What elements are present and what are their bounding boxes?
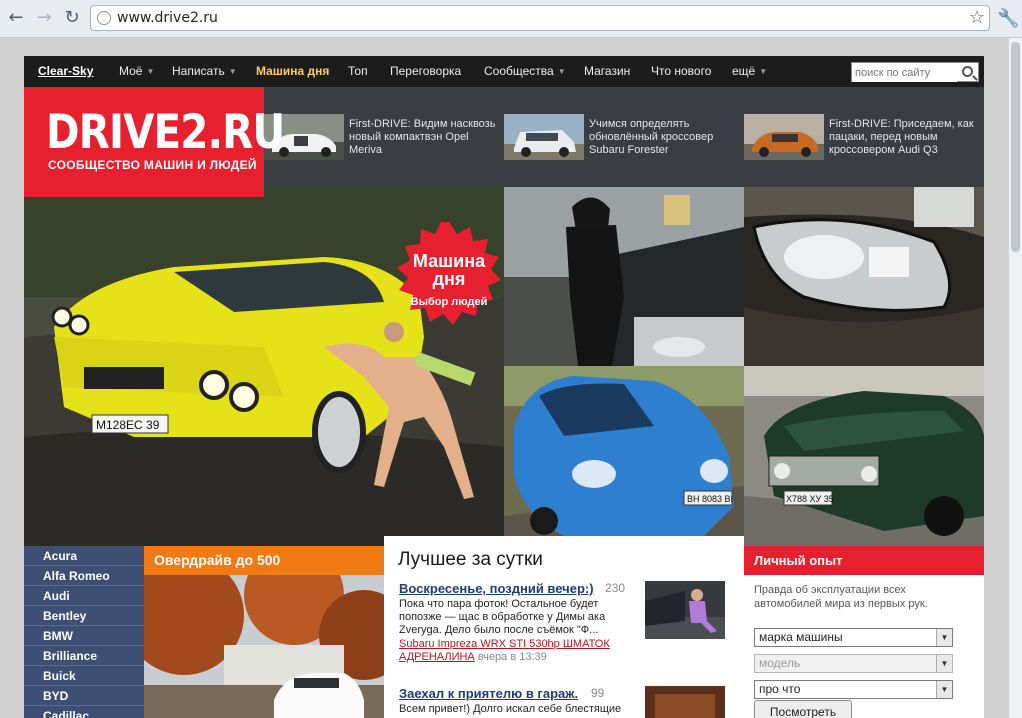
brand-link-brilliance[interactable]: Brilliance bbox=[24, 646, 144, 666]
badge-line: Машина bbox=[412, 251, 486, 271]
nav-label: ещё bbox=[732, 64, 756, 78]
caret-down-icon: ▼ bbox=[759, 67, 768, 76]
post-title-link[interactable]: Заехал к приятелю в гараж. bbox=[399, 686, 578, 701]
news-text: Учимся определять обновлённый кроссовер … bbox=[589, 118, 714, 156]
nav-item-write[interactable]: Написать ▼ bbox=[172, 56, 237, 87]
post-thumbnail[interactable] bbox=[645, 581, 725, 639]
site-container: Clear-Sky Моё ▼ Написать ▼ Машина дня Топ … bbox=[24, 56, 984, 718]
nav-item-chat[interactable]: Переговорка bbox=[390, 56, 461, 87]
select-value: про что bbox=[759, 682, 801, 696]
photo-green-lada[interactable]: Х788 ХУ 35 bbox=[744, 366, 984, 546]
wrench-icon[interactable]: 🔧 bbox=[997, 8, 1019, 29]
brand-link-byd[interactable]: BYD bbox=[24, 686, 144, 706]
nav-item-car-of-day[interactable]: Машина дня bbox=[256, 56, 329, 87]
brand-link-audi[interactable]: Audi bbox=[24, 586, 144, 606]
brand-link-bentley[interactable]: Bentley bbox=[24, 606, 144, 626]
browser-toolbar: ← → ↻ www.drive2.ru ☆ 🔧 bbox=[0, 0, 1022, 38]
license-plate: М128ЕС 39 bbox=[96, 418, 160, 432]
license-plate: Х788 ХУ 35 bbox=[786, 494, 834, 504]
nav-item-top[interactable]: Топ bbox=[348, 56, 368, 87]
brand-link-cadillac[interactable]: Cadillac bbox=[24, 706, 144, 718]
search-input[interactable] bbox=[852, 64, 957, 82]
globe-icon bbox=[97, 11, 111, 25]
select-value: модель bbox=[759, 656, 801, 670]
brand-list: Acura Alfa Romeo Audi Bentley BMW Brilli… bbox=[24, 546, 144, 718]
reload-icon[interactable]: ↻ bbox=[62, 8, 82, 28]
photo-girl-car[interactable] bbox=[504, 187, 744, 366]
experience-form: Правда об эксплуатации всех автомобилей … bbox=[744, 575, 984, 718]
overdrive-header[interactable]: Овердрайв до 500 bbox=[144, 546, 384, 575]
brand-link-bmw[interactable]: BMW bbox=[24, 626, 144, 646]
chevron-down-icon: ▼ bbox=[936, 681, 952, 698]
address-bar[interactable]: www.drive2.ru ☆ bbox=[90, 5, 990, 31]
best-of-day: Лучшее за сутки Воскресенье, поздний веч… bbox=[384, 536, 744, 718]
news-text: First-DRIVE: Приседаем, как пацаки, пере… bbox=[829, 118, 974, 156]
nav-item-mine[interactable]: Моё ▼ bbox=[119, 56, 154, 87]
url-text[interactable]: www.drive2.ru bbox=[117, 10, 218, 26]
back-arrow-icon[interactable]: ← bbox=[6, 8, 26, 28]
caret-down-icon: ▼ bbox=[228, 67, 237, 76]
brand-link-acura[interactable]: Acura bbox=[24, 546, 144, 566]
post-time: вчера в 13:39 bbox=[477, 651, 547, 663]
overdrive-photo[interactable] bbox=[144, 575, 384, 718]
model-select: модель ▼ bbox=[754, 654, 953, 673]
page-viewport: Clear-Sky Моё ▼ Написать ▼ Машина дня Топ … bbox=[0, 38, 1022, 718]
site-search bbox=[851, 62, 979, 82]
user-link[interactable]: Clear-Sky bbox=[38, 56, 93, 87]
chevron-down-icon: ▼ bbox=[936, 655, 952, 672]
nav-item-communities[interactable]: Сообщества ▼ bbox=[484, 56, 566, 87]
brand-link-buick[interactable]: Buick bbox=[24, 666, 144, 686]
news-thumbnail bbox=[744, 114, 824, 160]
nav-item-more[interactable]: ещё ▼ bbox=[732, 56, 767, 87]
news-thumbnail bbox=[504, 114, 584, 160]
logo-tagline: СООБЩЕСТВО МАШИН И ЛЮДЕЙ bbox=[48, 158, 257, 172]
photo-blue-car[interactable]: ВН 8083 ВІ bbox=[504, 366, 744, 546]
nav-label: Написать bbox=[172, 64, 225, 78]
experience-description: Правда об эксплуатации всех автомобилей … bbox=[754, 584, 928, 610]
topic-select[interactable]: про что ▼ bbox=[754, 680, 953, 699]
bookmark-star-icon[interactable]: ☆ bbox=[969, 7, 985, 28]
news-item[interactable]: Учимся определять обновлённый кроссовер … bbox=[504, 114, 734, 160]
photo-headlight[interactable] bbox=[744, 187, 984, 366]
search-icon[interactable] bbox=[962, 66, 973, 77]
brand-link-alfa-romeo[interactable]: Alfa Romeo bbox=[24, 566, 144, 586]
news-item[interactable]: First-DRIVE: Видим насквозь новый компак… bbox=[264, 114, 495, 160]
news-item[interactable]: First-DRIVE: Приседаем, как пацаки, пере… bbox=[744, 114, 979, 160]
make-select[interactable]: марка машины ▼ bbox=[754, 628, 953, 647]
forward-arrow-icon[interactable]: → bbox=[34, 8, 54, 28]
select-value: марка машины bbox=[759, 630, 843, 644]
site-logo[interactable]: DRIVE2.RU СООБЩЕСТВО МАШИН И ЛЮДЕЙ bbox=[24, 87, 285, 197]
post-thumbnail[interactable] bbox=[645, 686, 725, 718]
best-title: Лучшее за сутки bbox=[398, 549, 543, 570]
nav-label: Моё bbox=[119, 64, 143, 78]
view-button[interactable]: Посмотреть bbox=[754, 700, 852, 718]
top-nav: Clear-Sky Моё ▼ Написать ▼ Машина дня Топ … bbox=[24, 56, 984, 87]
badge-subtitle: Выбор людей bbox=[410, 296, 488, 308]
post-excerpt: Пока что пара фоток! Остальное будет поп… bbox=[399, 598, 606, 636]
chevron-down-icon: ▼ bbox=[936, 629, 952, 646]
overdrive-title: Овердрайв до 500 bbox=[154, 552, 281, 568]
caret-down-icon: ▼ bbox=[557, 67, 566, 76]
nav-item-shop[interactable]: Магазин bbox=[584, 56, 630, 87]
nav-item-whats-new[interactable]: Что нового bbox=[651, 56, 711, 87]
nav-label: Сообщества bbox=[484, 64, 554, 78]
post-car-info: Subaru Impreza WRX STI 530hp ШМАТОК АДРЕ… bbox=[399, 638, 624, 664]
car-of-day-badge[interactable]: Машина дня Выбор людей bbox=[397, 222, 501, 326]
license-plate: ВН 8083 ВІ bbox=[687, 494, 733, 504]
post-title-link[interactable]: Воскресенье, поздний вечер:) bbox=[399, 581, 594, 596]
badge-title: Машина дня bbox=[397, 252, 501, 288]
news-text: First-DRIVE: Видим насквозь новый компак… bbox=[349, 118, 496, 156]
post-comment-count: 99 bbox=[591, 686, 605, 700]
logo-title: DRIVE2.RU bbox=[46, 105, 285, 160]
experience-header[interactable]: Личный опыт bbox=[744, 546, 984, 575]
experience-title: Личный опыт bbox=[754, 553, 843, 568]
post-comment-count: 230 bbox=[605, 581, 626, 595]
post-excerpt: Всем привет!) Долго искал себе блестящие bbox=[399, 703, 622, 715]
caret-down-icon: ▼ bbox=[146, 67, 155, 76]
badge-line: дня bbox=[432, 269, 466, 289]
scrollbar-thumb[interactable] bbox=[1011, 42, 1020, 252]
vertical-scrollbar[interactable] bbox=[1008, 38, 1022, 718]
